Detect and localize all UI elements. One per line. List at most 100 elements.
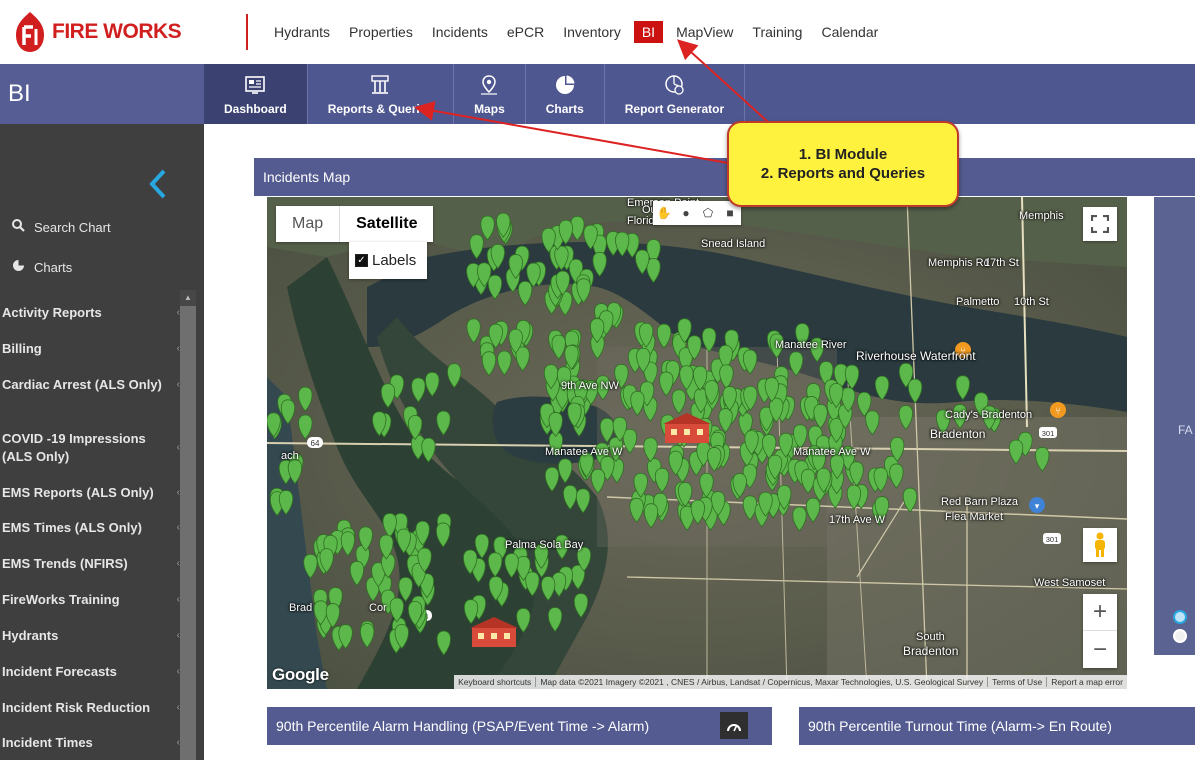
callout-line-1: 1. BI Module: [798, 146, 888, 163]
nav-mapview[interactable]: MapView: [670, 21, 739, 43]
draw-polygon-icon[interactable]: ⬠: [697, 201, 719, 225]
tab-label: Dashboard: [224, 102, 287, 116]
sidebar-item-label: Incident Times: [2, 735, 93, 750]
nav-incidents[interactable]: Incidents: [426, 21, 494, 43]
module-title-area: BI: [0, 64, 204, 124]
map-place-label: 10th St: [1014, 296, 1049, 308]
google-logo: Google: [272, 665, 329, 684]
draw-circle-icon[interactable]: ●: [675, 201, 697, 225]
search-icon: [10, 219, 26, 235]
sidebar-item[interactable]: Incident Times ‹: [0, 734, 180, 752]
callout-line-2: 2. Reports and Queries: [760, 165, 926, 182]
map-place-label: Riverhouse Waterfront: [856, 349, 976, 363]
labels-checkbox[interactable]: ✓: [355, 254, 368, 267]
sidebar-item[interactable]: Cardiac Arrest (ALS Only) ‹: [0, 376, 180, 394]
tab-charts[interactable]: Charts: [526, 64, 605, 124]
fireworks-logo[interactable]: FIRE WORKS: [14, 10, 182, 54]
pegman-icon: [1095, 532, 1105, 557]
pan-hand-icon[interactable]: ✋: [653, 201, 675, 225]
zoom-in-button[interactable]: +: [1083, 594, 1117, 631]
incidents-map-panel-header: Incidents Map: [254, 158, 1195, 196]
map-place-label: Manatee River: [775, 339, 847, 351]
map-place-label: Manatee Ave W: [545, 446, 623, 458]
charts-tool-label: Charts: [34, 259, 73, 275]
keyboard-shortcuts-link[interactable]: Keyboard shortcuts: [454, 677, 537, 687]
nav-training[interactable]: Training: [746, 21, 808, 43]
sidebar-item[interactable]: Activity Reports ‹: [0, 304, 180, 322]
restaurant-poi-icon[interactable]: ⑂: [1050, 402, 1066, 418]
nav-inventory[interactable]: Inventory: [557, 21, 627, 43]
map-type-control: Map Satellite: [276, 206, 434, 242]
tab-dashboard[interactable]: Dashboard: [204, 64, 308, 124]
map-place-label: Manatee Ave W: [793, 446, 871, 458]
sidebar-item[interactable]: FireWorks Training ‹: [0, 591, 180, 609]
shopping-poi-icon[interactable]: ▾: [1029, 497, 1045, 513]
sidebar-item-label: FireWorks Training: [2, 592, 120, 607]
sidebar-item[interactable]: COVID -19 Impressions (ALS Only) ‹: [0, 430, 180, 466]
top-navigation-bar: FIRE WORKS Hydrants Properties Incidents eP…: [0, 0, 1195, 64]
sidebar-item[interactable]: EMS Reports (ALS Only) ‹: [0, 484, 180, 502]
sidebar-item-label: EMS Reports (ALS Only): [2, 485, 154, 500]
sidebar-scrollbar[interactable]: ▲: [180, 290, 196, 760]
map-place-label: Palma Sola Bay: [505, 539, 584, 551]
map-type-satellite-button[interactable]: Satellite: [340, 206, 433, 242]
search-chart-label: Search Chart: [34, 219, 111, 235]
tab-maps[interactable]: Maps: [454, 64, 526, 124]
panel-title: Incidents Map: [263, 169, 351, 185]
turnout-time-panel-header: 90th Percentile Turnout Time (Alarm-> En…: [799, 707, 1195, 745]
nav-epcr[interactable]: ePCR: [501, 21, 550, 43]
top-divider: [246, 14, 248, 50]
map-place-label: Red Barn Plaza: [941, 496, 1019, 508]
scrollbar-thumb[interactable]: [180, 306, 196, 760]
chart-radio-option[interactable]: [1173, 610, 1187, 624]
map-type-map-button[interactable]: Map: [276, 206, 341, 242]
chart-radio-option[interactable]: [1173, 629, 1187, 643]
gauge-icon[interactable]: [720, 712, 748, 739]
report-error-link[interactable]: Report a map error: [1047, 677, 1127, 687]
sidebar-item[interactable]: Incident Risk Reduction ‹: [0, 699, 180, 717]
nav-calendar[interactable]: Calendar: [815, 21, 884, 43]
zoom-control: + −: [1083, 594, 1117, 668]
sidebar-item[interactable]: Incident Forecasts ‹: [0, 663, 180, 681]
fullscreen-icon: [1091, 215, 1109, 233]
zoom-out-button[interactable]: −: [1083, 631, 1117, 668]
main-nav: Hydrants Properties Incidents ePCR Inventory…: [268, 0, 891, 64]
sidebar-item[interactable]: Hydrants ‹: [0, 627, 180, 645]
collapse-sidebar-chevron-icon[interactable]: [148, 168, 168, 206]
map-place-label: Bradenton: [903, 644, 959, 658]
svg-text:301: 301: [1042, 429, 1055, 438]
map-place-label: Bradenton: [930, 427, 986, 441]
map-data-text: Map data ©2021 Imagery ©2021 , CNES / Ai…: [536, 677, 989, 687]
alarm-handling-title: 90th Percentile Alarm Handling (PSAP/Eve…: [276, 718, 650, 734]
street-view-pegman[interactable]: [1083, 528, 1117, 562]
turnout-time-title: 90th Percentile Turnout Time (Alarm-> En…: [808, 718, 1112, 734]
tab-label: Reports & Queries: [327, 102, 434, 116]
sidebar-item[interactable]: Billing ‹: [0, 340, 180, 358]
map-place-label: Brad: [289, 602, 313, 614]
tab-report-generator[interactable]: Report Generator: [605, 64, 746, 124]
search-chart-tool[interactable]: Search Chart: [10, 219, 111, 235]
terms-link[interactable]: Terms of Use: [988, 677, 1048, 687]
pie-chart-icon: [10, 259, 26, 275]
sidebar-item[interactable]: EMS Trends (NFIRS) ‹: [0, 555, 180, 573]
labels-toggle[interactable]: ✓ Labels: [349, 242, 427, 279]
incidents-map[interactable]: 64 684 301 301 ⑂ ⑂ ▾ Emerson PointOutsFl…: [267, 197, 1127, 689]
svg-text:▾: ▾: [1035, 501, 1040, 511]
tab-reports-queries[interactable]: Reports & Queries: [308, 64, 455, 124]
svg-text:64: 64: [311, 439, 320, 448]
bi-module-header: BI Dashboard Reports & Queries Maps Charts R…: [0, 64, 1195, 124]
fullscreen-button[interactable]: [1083, 207, 1117, 241]
sidebar-item-label: Incident Forecasts: [2, 664, 117, 679]
charts-tool[interactable]: Charts: [10, 259, 72, 275]
nav-properties[interactable]: Properties: [343, 21, 419, 43]
tab-label: Charts: [545, 102, 584, 116]
route-shield-64: 64: [307, 437, 323, 448]
scroll-up-icon[interactable]: ▲: [180, 290, 196, 306]
sidebar-item-label: EMS Times (ALS Only): [2, 520, 142, 535]
nav-hydrants[interactable]: Hydrants: [268, 21, 336, 43]
nav-bi[interactable]: BI: [633, 21, 664, 43]
route-shield-301-south: 301: [1043, 533, 1061, 544]
sidebar-item[interactable]: EMS Times (ALS Only) ‹: [0, 519, 180, 537]
side-chart-text: FA: [1178, 423, 1193, 437]
map-place-label: West Samoset: [1034, 577, 1106, 589]
